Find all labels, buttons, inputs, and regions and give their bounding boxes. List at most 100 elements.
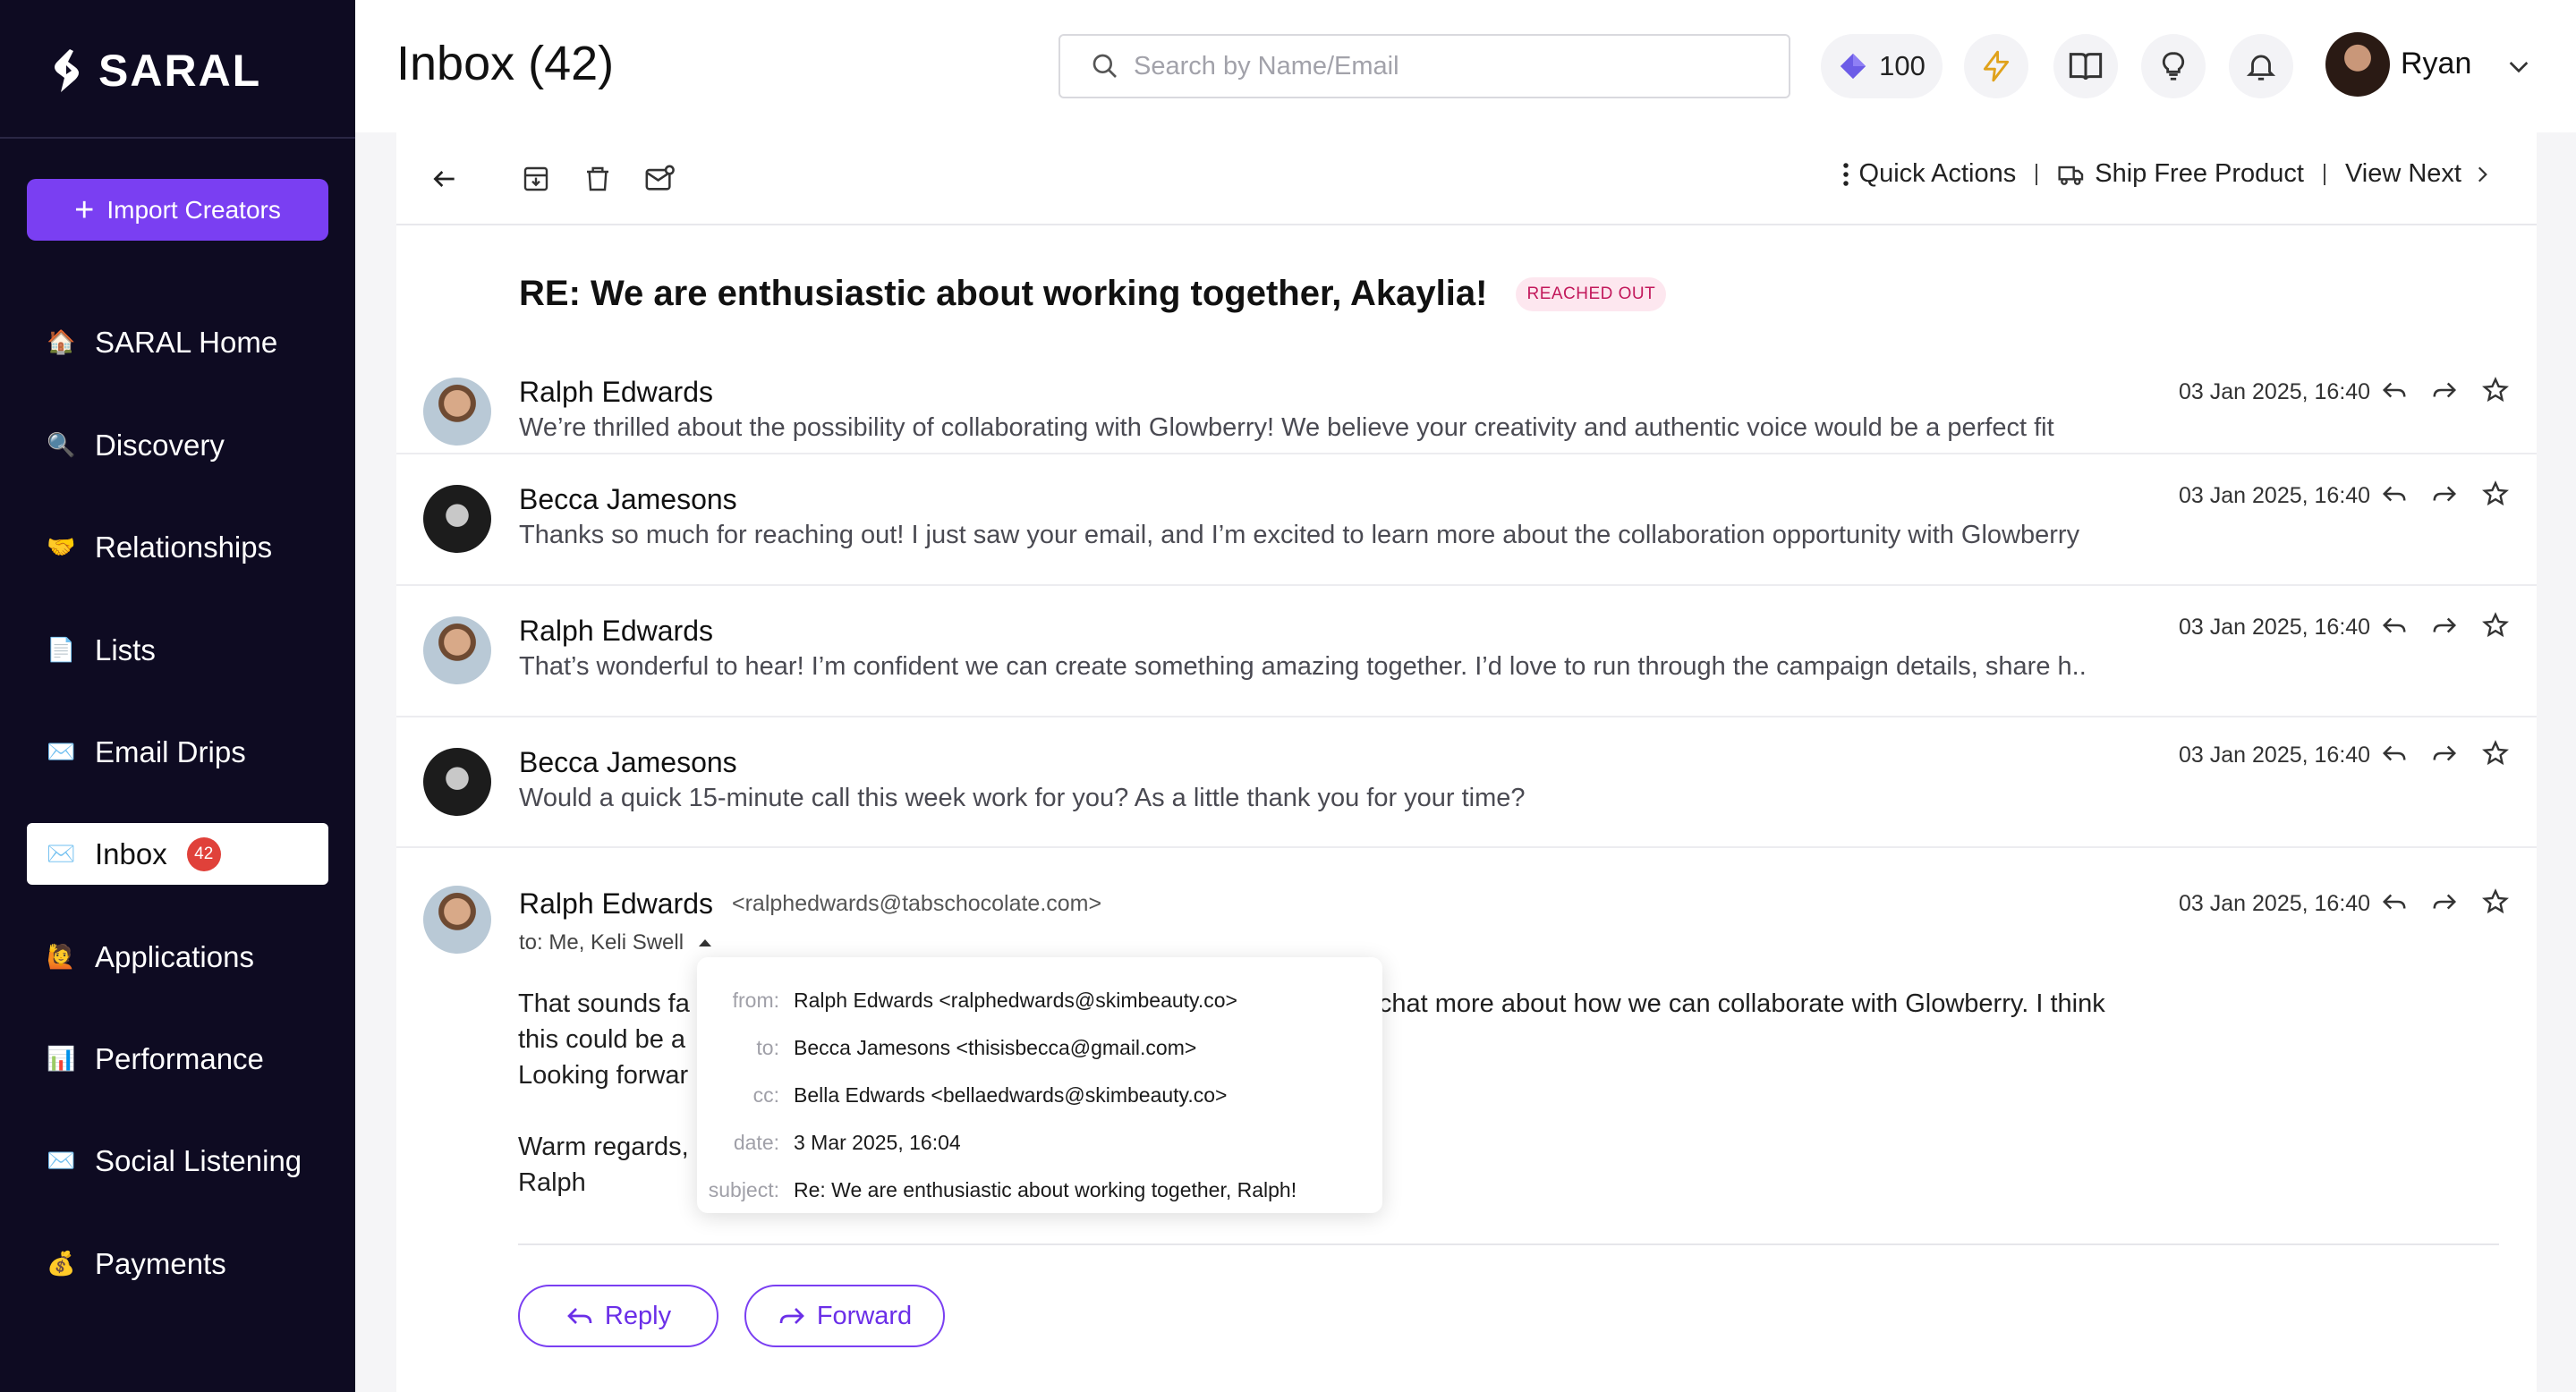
sidebar-item-applications[interactable]: 🙋 Applications <box>27 926 328 988</box>
credits-pill[interactable]: 100 <box>1821 34 1943 98</box>
sidebar-item-label: Social Listening <box>95 1143 302 1177</box>
quick-actions-label: Quick Actions <box>1858 159 2017 188</box>
message-preview: Thanks so much for reaching out! I just … <box>519 521 2080 549</box>
bar-chart-icon: 📊 <box>47 1045 76 1072</box>
mark-unread-button[interactable] <box>642 161 677 197</box>
import-creators-button[interactable]: + Import Creators <box>27 179 328 241</box>
page-title: Inbox (42) <box>396 37 615 90</box>
message-preview: Would a quick 15-minute call this week w… <box>519 784 1526 812</box>
trash-icon <box>587 166 608 191</box>
popover-key: to: <box>756 1036 779 1059</box>
notifications-button[interactable] <box>2229 34 2293 98</box>
recipients-text: to: Me, Keli Swell <box>519 930 684 955</box>
magnifier-icon: 🔍 <box>47 431 76 458</box>
star-icon[interactable] <box>2481 887 2510 916</box>
ship-free-product-label: Ship Free Product <box>2095 159 2304 188</box>
book-button[interactable] <box>2053 34 2118 98</box>
reply-icon[interactable] <box>2381 612 2408 639</box>
star-icon[interactable] <box>2481 739 2510 768</box>
sidebar-divider <box>0 137 355 139</box>
sidebar-item-label: Applications <box>95 939 254 973</box>
saral-logo[interactable]: SARAL <box>48 45 261 97</box>
caret-up-icon[interactable] <box>694 932 716 954</box>
chevron-down-icon[interactable] <box>2504 52 2533 81</box>
sidebar: SARAL + Import Creators 🏠 SARAL Home 🔍 D… <box>0 0 355 1392</box>
inbox-count-badge: 42 <box>186 836 221 871</box>
import-creators-label: Import Creators <box>106 195 281 224</box>
bell-icon <box>2246 55 2276 81</box>
message-row[interactable]: Becca Jamesons Would a quick 15-minute c… <box>396 717 2537 848</box>
forward-icon[interactable] <box>2431 888 2458 915</box>
lightbulb-button[interactable] <box>2141 34 2206 98</box>
sender-name: Ralph Edwards <box>519 887 713 920</box>
popover-row-to: to: Becca Jamesons <thisisbecca@gmail.co… <box>697 1024 1382 1072</box>
star-icon[interactable] <box>2481 480 2510 508</box>
handshake-icon: 🤝 <box>47 533 76 560</box>
forward-icon[interactable] <box>2431 377 2458 403</box>
archive-button[interactable] <box>518 161 554 197</box>
sidebar-item-email-drips[interactable]: ✉️ Email Drips <box>27 721 328 783</box>
body-text-segment: chat more about how we can collaborate w… <box>1378 989 2105 1018</box>
back-button[interactable] <box>427 161 463 197</box>
sender-name: Ralph Edwards <box>519 376 713 408</box>
reply-icon <box>567 1308 592 1324</box>
search-input[interactable] <box>1134 51 1760 81</box>
quick-actions-button[interactable]: Quick Actions <box>1841 159 2017 189</box>
view-next-button[interactable]: View Next <box>2345 159 2494 189</box>
reply-icon[interactable] <box>2381 740 2408 767</box>
diamond-icon <box>1840 53 1866 80</box>
search-icon <box>1092 54 1117 78</box>
popover-row-from: from: Ralph Edwards <ralphedwards@skimbe… <box>697 977 1382 1024</box>
toolbar-separator <box>2036 163 2038 185</box>
envelope-icon: ✉️ <box>47 738 76 765</box>
popover-value: Bella Edwards <bellaedwards@skimbeauty.c… <box>794 1083 1228 1107</box>
forward-icon[interactable] <box>2431 480 2458 507</box>
kebab-icon <box>1842 162 1849 186</box>
popover-row-cc: cc: Bella Edwards <bellaedwards@skimbeau… <box>697 1072 1382 1119</box>
forward-icon[interactable] <box>2431 612 2458 639</box>
sidebar-item-label: Relationships <box>95 530 273 564</box>
star-icon[interactable] <box>2481 611 2510 640</box>
user-avatar[interactable] <box>2325 32 2390 97</box>
reply-icon[interactable] <box>2381 888 2408 915</box>
message-row[interactable]: Ralph Edwards That’s wonderful to hear! … <box>396 586 2537 717</box>
lightbulb-icon <box>2162 52 2185 81</box>
sidebar-item-lists[interactable]: 📄 Lists <box>27 619 328 681</box>
sidebar-item-social-listening[interactable]: ✉️ Social Listening <box>27 1130 328 1192</box>
message-row[interactable]: Becca Jamesons Thanks so much for reachi… <box>396 454 2537 586</box>
reply-icon[interactable] <box>2381 377 2408 403</box>
chevron-right-icon <box>2478 166 2487 182</box>
thread-toolbar: Quick Actions Ship Free Product View Nex… <box>396 132 2537 225</box>
toolbar-actions: Quick Actions Ship Free Product View Nex… <box>1841 159 2494 189</box>
sidebar-item-saral-home[interactable]: 🏠 SARAL Home <box>27 311 328 373</box>
delete-button[interactable] <box>580 161 616 197</box>
recipients-line[interactable]: to: Me, Keli Swell <box>519 930 716 955</box>
from-email: <ralphedwards@skimbeauty.co> <box>939 989 1237 1012</box>
forward-label: Forward <box>816 1301 913 1330</box>
forward-button[interactable]: Forward <box>744 1285 945 1347</box>
forward-icon <box>779 1308 804 1324</box>
plus-icon: + <box>74 191 95 229</box>
star-icon[interactable] <box>2481 376 2510 404</box>
sidebar-item-relationships[interactable]: 🤝 Relationships <box>27 516 328 578</box>
sidebar-item-label: SARAL Home <box>95 325 278 359</box>
email-subject: RE: We are enthusiastic about working to… <box>519 274 1488 313</box>
message-time: 03 Jan 2025, 16:40 <box>2179 379 2371 404</box>
popover-value: Re: We are enthusiastic about working to… <box>794 1178 1297 1201</box>
lightning-button[interactable] <box>1964 34 2028 98</box>
document-icon: 📄 <box>47 636 76 663</box>
sidebar-item-payments[interactable]: 💰 Payments <box>27 1233 328 1294</box>
sidebar-item-discovery[interactable]: 🔍 Discovery <box>27 414 328 476</box>
ship-free-product-button[interactable]: Ship Free Product <box>2057 159 2304 189</box>
message-row[interactable]: Ralph Edwards We’re thrilled about the p… <box>396 347 2537 454</box>
lightning-icon <box>1983 50 2010 82</box>
reply-icon[interactable] <box>2381 480 2408 507</box>
reply-button[interactable]: Reply <box>518 1285 718 1347</box>
sidebar-item-performance[interactable]: 📊 Performance <box>27 1028 328 1090</box>
forward-icon[interactable] <box>2431 740 2458 767</box>
message-time: 03 Jan 2025, 16:40 <box>2179 483 2371 508</box>
search-box[interactable] <box>1058 34 1790 98</box>
sidebar-item-inbox[interactable]: ✉️ Inbox 42 <box>27 823 328 885</box>
avatar <box>423 378 491 446</box>
view-next-label: View Next <box>2344 159 2461 188</box>
